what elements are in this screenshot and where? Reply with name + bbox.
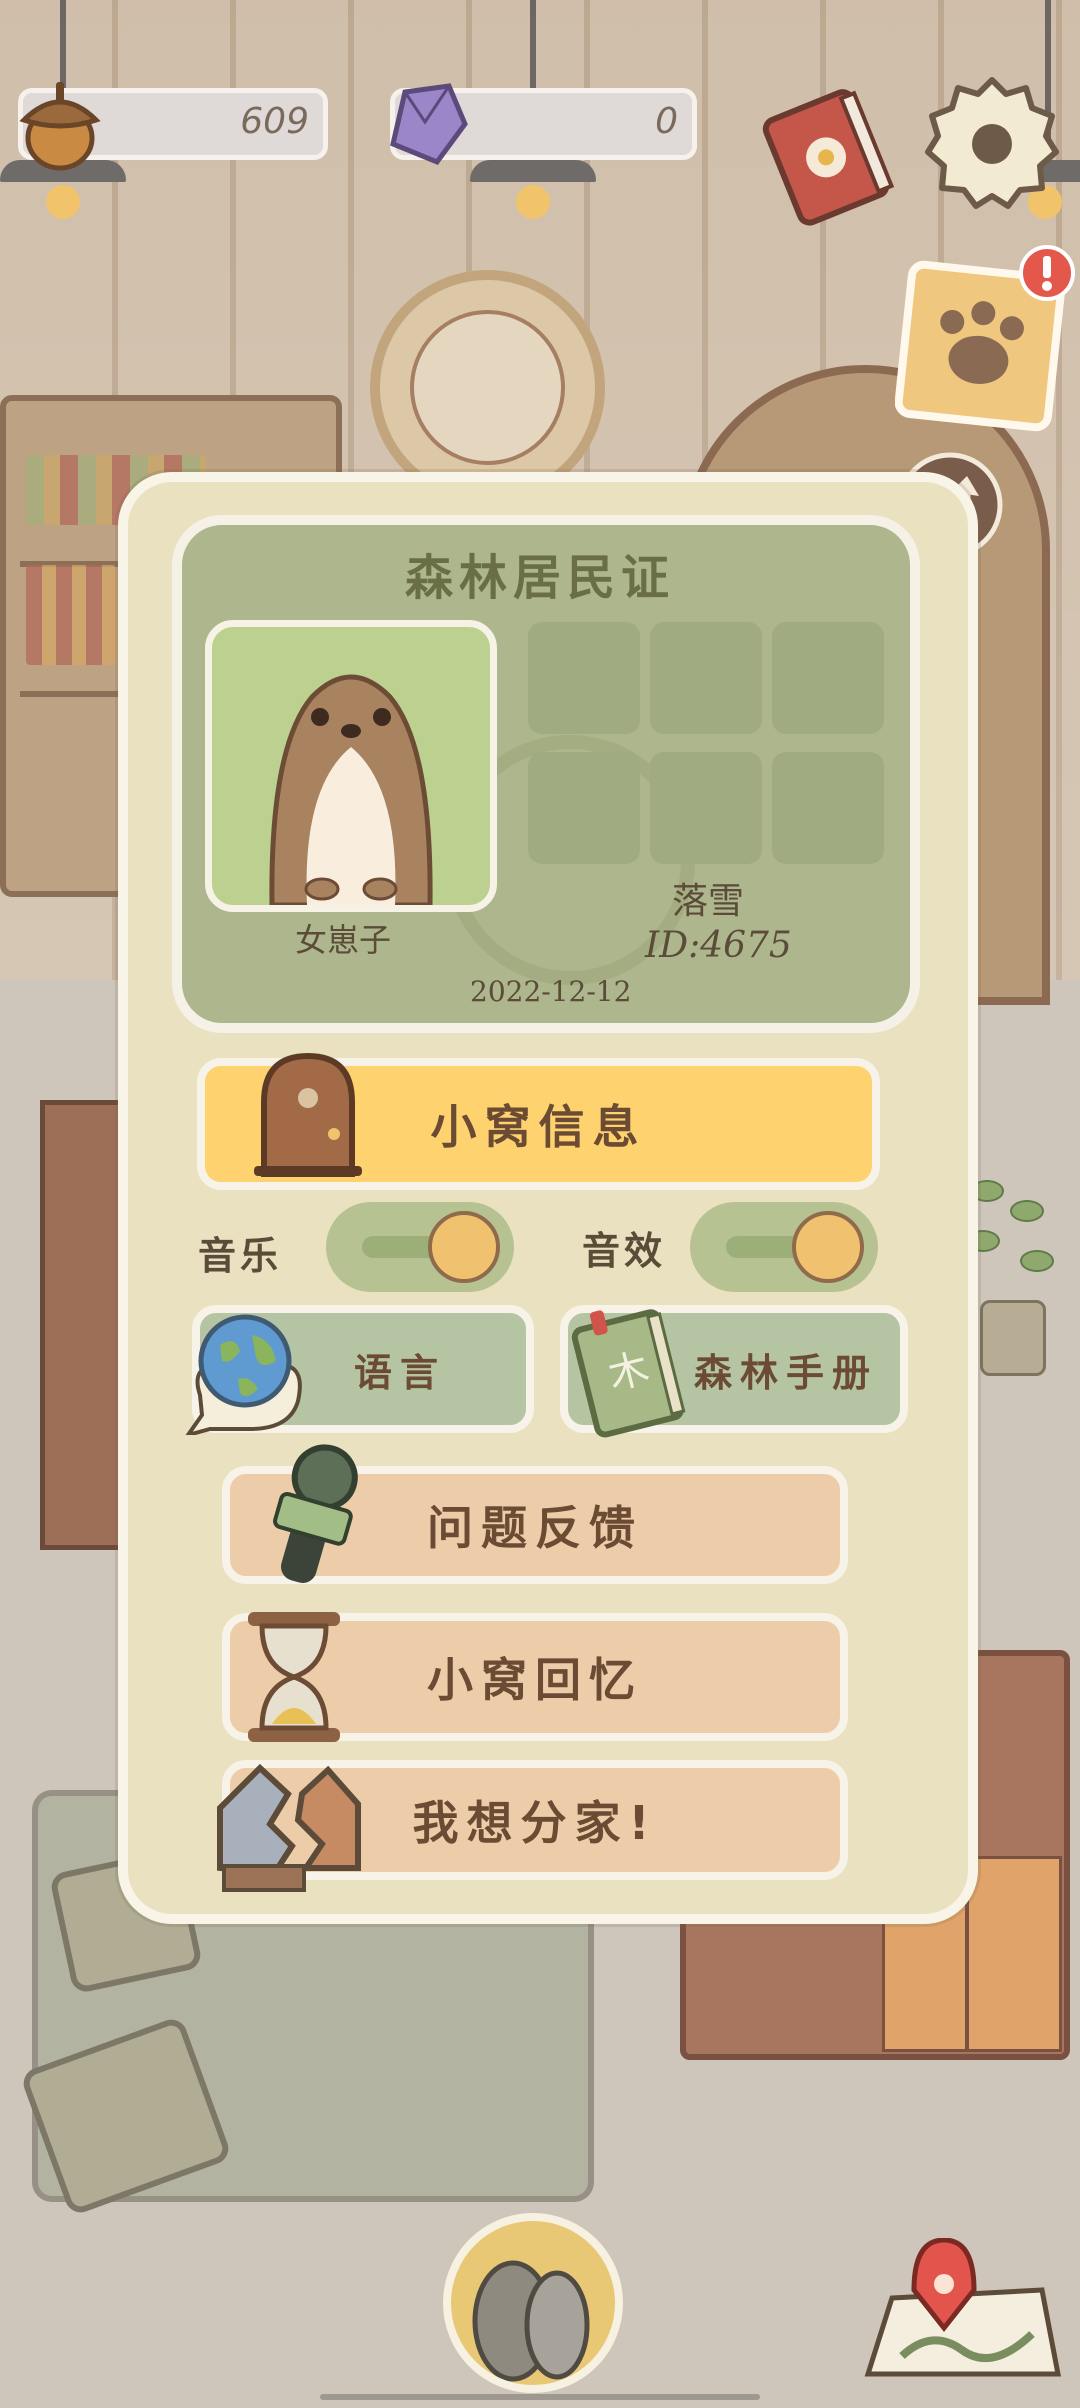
handbook-icon: 木 bbox=[571, 1309, 686, 1438]
badge-slot bbox=[528, 752, 640, 864]
gem-count: 0 bbox=[655, 101, 678, 142]
language-label: 语言 bbox=[353, 1350, 446, 1395]
lamp-bulb bbox=[46, 185, 80, 219]
feedback-label: 问题反馈 bbox=[427, 1501, 643, 1555]
stones-icon bbox=[472, 2260, 590, 2382]
badge-slot bbox=[650, 752, 762, 864]
sfx-label: 音效 bbox=[582, 1229, 667, 1273]
avatar[interactable] bbox=[205, 620, 497, 912]
hourglass-icon bbox=[248, 1612, 340, 1742]
map-pin-icon[interactable] bbox=[862, 2238, 1066, 2388]
sfx-toggle[interactable] bbox=[690, 1202, 878, 1292]
globe-speech-icon bbox=[185, 1314, 302, 1435]
avatar-name: 女崽子 bbox=[295, 921, 392, 959]
house-memories-label: 小窝回忆 bbox=[427, 1653, 643, 1707]
card-title: 森林居民证 bbox=[404, 550, 675, 606]
move-out-label: 我想分家! bbox=[412, 1796, 658, 1850]
alert-icon bbox=[1019, 245, 1075, 301]
badge-slots bbox=[528, 622, 888, 872]
otter-avatar-icon bbox=[269, 674, 433, 905]
badge-slot bbox=[528, 622, 640, 734]
username: 落雪 bbox=[672, 881, 745, 922]
acorn-count: 609 bbox=[240, 101, 309, 142]
badge-slot bbox=[650, 622, 762, 734]
user-id: ID:4675 bbox=[645, 925, 792, 966]
wall-clock bbox=[370, 270, 605, 505]
sfx-toggle-knob[interactable] bbox=[792, 1211, 864, 1283]
broken-house-icon bbox=[217, 1763, 361, 1892]
music-toggle[interactable] bbox=[326, 1202, 514, 1292]
journal-book-icon[interactable] bbox=[752, 82, 902, 232]
music-label: 音乐 bbox=[198, 1234, 283, 1278]
home-indicator bbox=[320, 2394, 760, 2400]
acorn-icon bbox=[19, 82, 101, 171]
join-date: 2022-12-12 bbox=[470, 975, 632, 1008]
door-icon bbox=[254, 1052, 362, 1177]
gem-icon bbox=[390, 83, 468, 166]
house-info-label: 小窝信息 bbox=[430, 1100, 647, 1154]
stones-button[interactable] bbox=[443, 2213, 623, 2393]
badge-slot bbox=[772, 752, 884, 864]
forest-handbook-label: 森林手册 bbox=[693, 1350, 878, 1395]
microphone-icon bbox=[273, 1444, 358, 1583]
lamp-bulb bbox=[516, 185, 550, 219]
music-toggle-knob[interactable] bbox=[428, 1211, 500, 1283]
settings-gear-icon[interactable] bbox=[922, 72, 1062, 212]
badge-slot bbox=[772, 622, 884, 734]
